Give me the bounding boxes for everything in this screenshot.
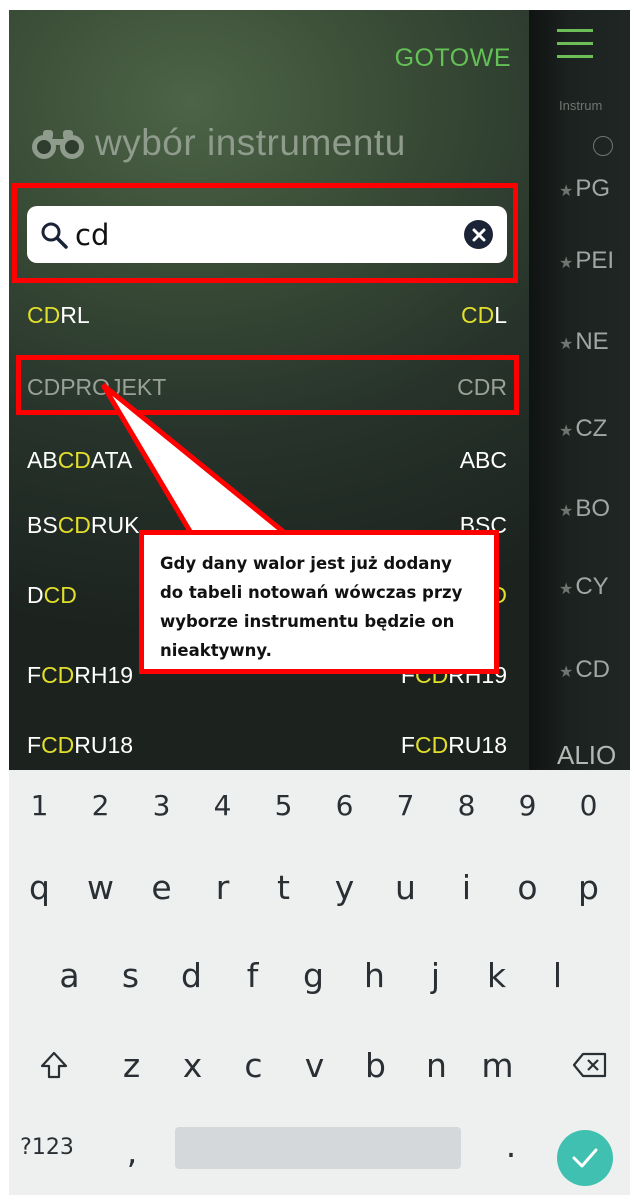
letter-key[interactable]: c [223,1030,284,1100]
period-key[interactable]: . [493,1110,529,1180]
enter-key[interactable] [557,1130,613,1186]
checkmark-icon [572,1148,598,1168]
number-key[interactable]: 4 [192,770,253,840]
letter-key[interactable]: s [100,940,161,1010]
letter-key[interactable]: e [131,852,192,922]
letter-key[interactable]: q [9,852,70,922]
letter-key[interactable]: m [467,1030,528,1100]
letter-key[interactable]: n [406,1030,467,1100]
keyboard-row-2: asdfghjkl [9,940,630,1010]
letter-key[interactable]: o [497,852,558,922]
number-key[interactable]: 6 [314,770,375,840]
keyboard-row-3: zxcvbnm [9,1030,630,1100]
letter-key[interactable]: b [345,1030,406,1100]
letter-key[interactable]: x [162,1030,223,1100]
letter-key[interactable]: k [466,940,527,1010]
number-key[interactable]: 3 [131,770,192,840]
symbols-key[interactable]: ?123 [17,1112,77,1182]
shift-arrow-icon [40,1051,68,1079]
letter-key[interactable]: u [375,852,436,922]
backspace-icon [572,1052,607,1078]
letter-key[interactable]: h [344,940,405,1010]
instrument-picker-screen: GOTOWE wybór instrumentu cd CDRL CDL CDP… [9,10,630,770]
letter-key[interactable]: i [436,852,497,922]
letter-key[interactable]: j [405,940,466,1010]
comma-key[interactable]: , [114,1116,150,1186]
backspace-key[interactable] [565,1030,615,1100]
letter-key[interactable]: y [314,852,375,922]
letter-key[interactable]: v [284,1030,345,1100]
number-key[interactable]: 8 [436,770,497,840]
letter-key[interactable]: z [101,1030,162,1100]
number-key[interactable]: 5 [253,770,314,840]
letter-key[interactable]: a [39,940,100,1010]
shift-key[interactable] [29,1030,79,1100]
number-key[interactable]: 0 [558,770,619,840]
letter-key[interactable]: d [161,940,222,1010]
on-screen-keyboard: 1234567890 qwertyuiop asdfghjkl zxcvbnm … [9,770,630,1195]
number-key[interactable]: 1 [9,770,70,840]
letter-key[interactable]: w [70,852,131,922]
number-key[interactable]: 9 [497,770,558,840]
letter-key[interactable]: r [192,852,253,922]
keyboard-row-1: qwertyuiop [9,852,630,922]
letter-key[interactable]: l [527,940,588,1010]
space-key[interactable] [175,1127,461,1169]
letter-key[interactable]: t [253,852,314,922]
letter-key[interactable]: g [283,940,344,1010]
letter-key[interactable]: p [558,852,619,922]
callout-note: Gdy dany walor jest już dodany do tabeli… [139,530,499,674]
keyboard-number-row: 1234567890 [9,770,630,840]
number-key[interactable]: 7 [375,770,436,840]
number-key[interactable]: 2 [70,770,131,840]
letter-key[interactable]: f [222,940,283,1010]
